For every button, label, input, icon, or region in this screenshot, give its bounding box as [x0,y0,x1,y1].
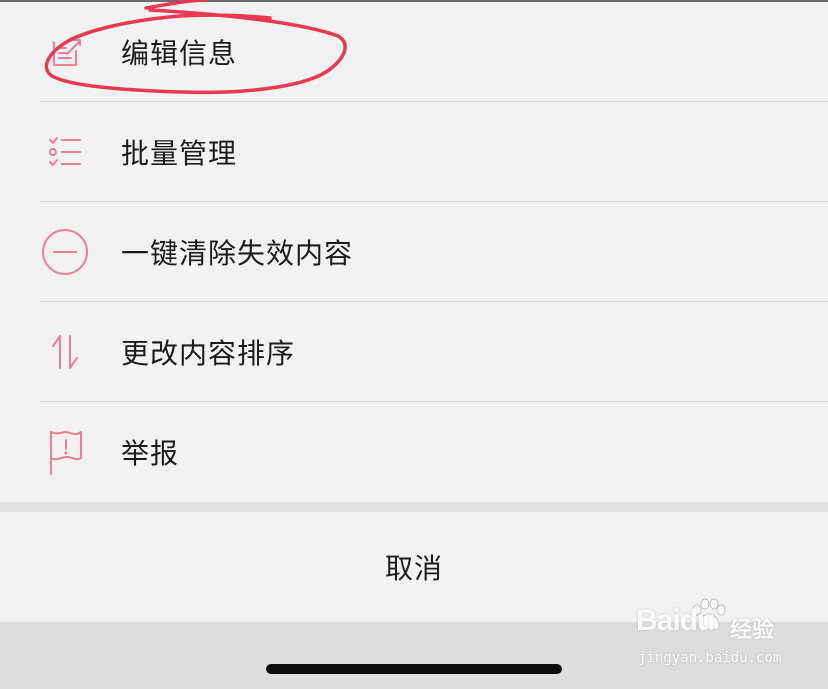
menu-item-label: 更改内容排序 [121,337,296,370]
home-indicator[interactable] [266,664,562,674]
report-flag-icon [40,430,90,475]
menu-item-report[interactable]: 举报 [0,402,828,502]
menu-item-label: 编辑信息 [121,37,238,70]
menu-item-label: 举报 [121,437,180,470]
menu-item-label: 一键清除失效内容 [121,237,354,270]
menu-item-label: 批量管理 [121,137,238,170]
watermark-url: jingyan.baidu.com [638,650,782,666]
menu-item-edit-info[interactable]: 编辑信息 [0,2,828,102]
menu-item-change-order[interactable]: 更改内容排序 [0,302,828,402]
checklist-icon [40,130,90,174]
watermark: Baidu 经验 jingyan.baidu.com [636,598,816,673]
section-gap [0,502,828,512]
watermark-suffix: 经验 [730,618,775,643]
action-sheet: 编辑信息 批量管理 一键清除失效内容 更改内容排序 举报 [0,2,828,502]
sort-arrows-icon [40,330,90,374]
menu-item-clear-invalid[interactable]: 一键清除失效内容 [0,202,828,302]
watermark-brand: Baidu [636,604,715,637]
minus-circle-icon [40,229,90,275]
edit-icon [40,30,90,74]
menu-item-batch-manage[interactable]: 批量管理 [0,102,828,202]
